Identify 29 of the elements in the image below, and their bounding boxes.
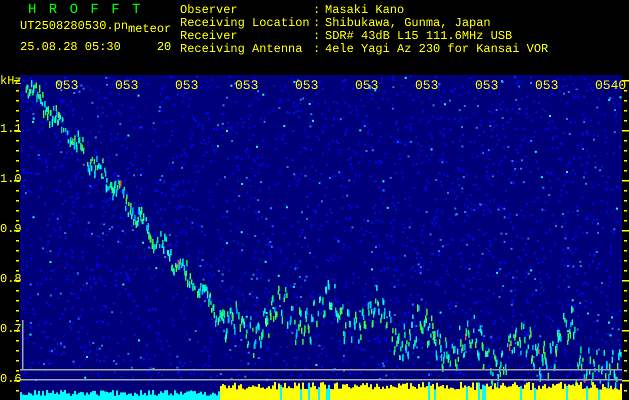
time-label: 053 (355, 79, 378, 92)
info-colon: : (313, 43, 322, 56)
time-label: 053 (295, 79, 318, 92)
info-value: Masaki Kano (325, 4, 406, 17)
info-label: Observer (180, 4, 239, 17)
info-value: 4ele Yagi Az 230 for Kansai VOR (325, 43, 548, 56)
time-label: 053 (115, 79, 138, 92)
time-label: 053 (415, 79, 438, 92)
axis-unit: kHz (0, 75, 22, 88)
info-value: SDR# 43dB L15 111.6MHz USB (325, 30, 514, 43)
info-colon: : (313, 30, 322, 43)
file-name: UT2508280530.pn (20, 20, 128, 35)
mode-label: meteor (128, 23, 172, 36)
time-label: 053 (55, 79, 78, 92)
time-label: 053 (535, 79, 558, 92)
info-label: Receiving Location (180, 17, 311, 30)
info-colon: : (313, 4, 322, 17)
info-label: Receiver (180, 30, 239, 43)
app-title: H R O F F T (27, 4, 144, 20)
time-label: 0540 (595, 79, 626, 92)
info-value: Shibukawa, Gunma, Japan (325, 17, 492, 30)
timestamp: 25.08.28 05:30 (20, 41, 121, 54)
time-label: 053 (475, 79, 498, 92)
count-value: 20 (156, 41, 172, 54)
time-label: 053 (235, 79, 258, 92)
info-colon: : (313, 17, 322, 30)
time-label: 053 (175, 79, 198, 92)
info-label: Receiving Antenna (180, 43, 304, 56)
axis-label: 0.7 (0, 323, 22, 336)
